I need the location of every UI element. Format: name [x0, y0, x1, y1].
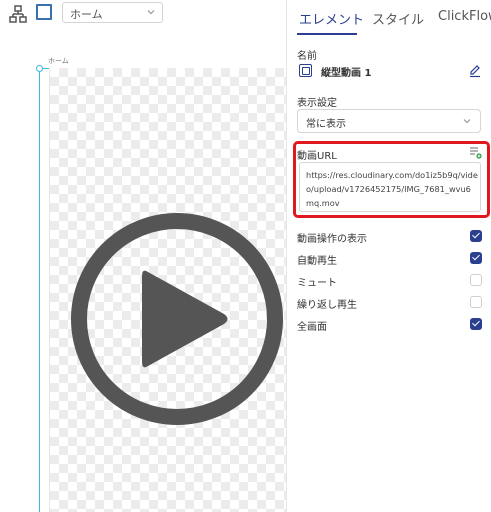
option-label: 自動再生 [297, 256, 337, 267]
option-label: 全画面 [297, 322, 327, 333]
checkbox-fullscreen[interactable] [470, 318, 482, 330]
sitemap-icon[interactable] [9, 5, 27, 23]
variable-list-icon[interactable] [468, 145, 482, 159]
option-fullscreen: 全画面 [287, 317, 491, 333]
guide-anchor[interactable] [36, 65, 43, 72]
frame-label: ホーム [48, 57, 69, 65]
properties-panel: エレメント スタイル ClickFlow 名前 縦型動画 1 表示設定 常に表示… [286, 0, 491, 512]
page-select[interactable]: ホーム [62, 2, 163, 23]
option-label: 動画操作の表示 [297, 234, 367, 245]
tab-clickflow[interactable]: ClickFlow [438, 9, 491, 24]
video-url-label: 動画URL [297, 151, 337, 162]
option-autoplay: 自動再生 [287, 251, 491, 267]
element-name: 縦型動画 1 [321, 68, 372, 79]
play-circle-icon[interactable] [70, 212, 284, 426]
canvas-area: ホーム ホーム [0, 0, 286, 512]
checkbox-show-controls[interactable] [470, 230, 482, 242]
tab-element[interactable]: エレメント [299, 9, 364, 28]
chevron-down-icon [463, 119, 471, 124]
guide-line-vertical [39, 68, 40, 512]
checkbox-autoplay[interactable] [470, 252, 482, 264]
active-tab-indicator [297, 33, 357, 35]
edit-pencil-icon[interactable] [468, 64, 482, 78]
checkbox-loop[interactable] [470, 296, 482, 308]
display-setting-select[interactable]: 常に表示 [297, 109, 481, 133]
display-setting-label: 表示設定 [297, 98, 337, 109]
video-url-input[interactable]: https://res.cloudinary.com/do1iz5b9q/vid… [299, 162, 481, 212]
canvas-toolbar: ホーム [0, 0, 286, 30]
display-setting-value: 常に表示 [306, 119, 346, 130]
tab-style[interactable]: スタイル [372, 9, 424, 28]
option-mute: ミュート [287, 273, 491, 289]
option-label: 繰り返し再生 [297, 300, 357, 311]
square-icon[interactable] [36, 4, 52, 20]
checkbox-mute[interactable] [470, 274, 482, 286]
option-show-controls: 動画操作の表示 [287, 229, 491, 245]
option-loop: 繰り返し再生 [287, 295, 491, 311]
video-element-icon [299, 64, 312, 77]
name-label: 名前 [297, 51, 317, 62]
page-select-value: ホーム [70, 8, 103, 21]
video-url-value: https://res.cloudinary.com/do1iz5b9q/vid… [306, 170, 478, 208]
option-label: ミュート [297, 278, 337, 289]
panel-tabs: エレメント スタイル ClickFlow [287, 0, 491, 36]
chevron-down-icon [147, 10, 155, 15]
